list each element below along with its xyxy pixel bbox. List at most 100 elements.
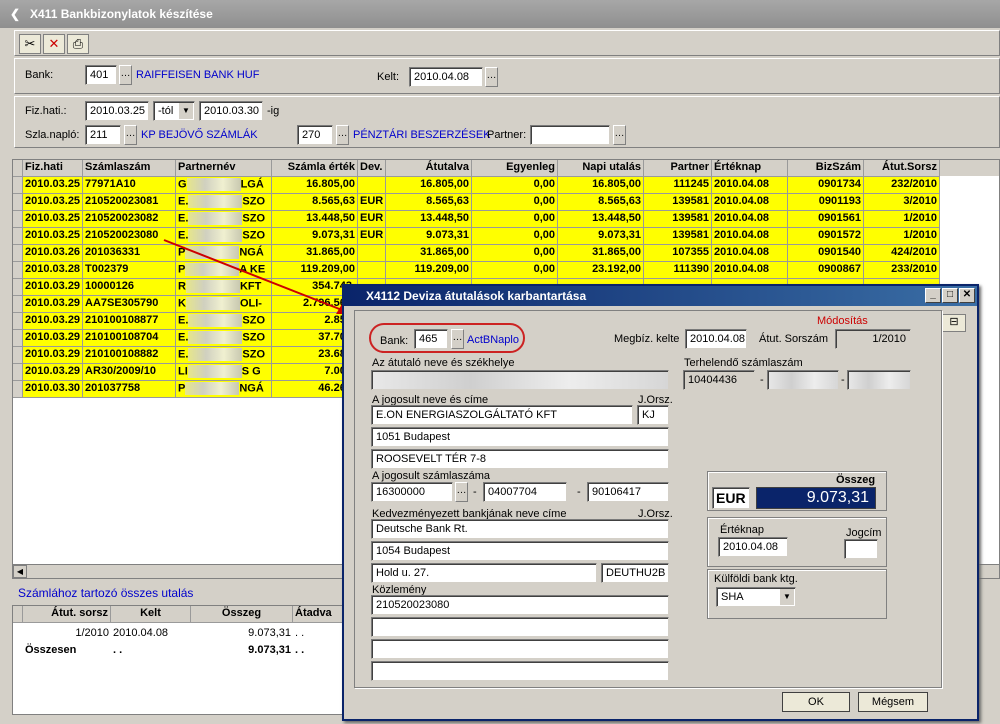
- kozlemeny-field-1[interactable]: 210520023080: [371, 595, 669, 615]
- row-selector[interactable]: [13, 330, 23, 347]
- col-atutalva[interactable]: Átutalva: [386, 160, 472, 177]
- col-bizszam[interactable]: BizSzám: [788, 160, 864, 177]
- table-row[interactable]: 2010.03.25 77971A10 G LGÁ 16.805,00 16.805,00…: [13, 177, 999, 194]
- table-cell: 8.565,63: [272, 194, 358, 211]
- table-cell: 139581: [644, 194, 712, 211]
- table-cell: E. SZO: [176, 330, 272, 347]
- table-cell: 2010.04.08: [712, 245, 788, 262]
- cancel-button[interactable]: Mégsem: [858, 692, 928, 712]
- dialog-bank-code-field[interactable]: 465: [414, 329, 448, 349]
- summary-col-osszeg[interactable]: Összeg: [191, 606, 293, 623]
- szamla-lookup-button[interactable]: …: [455, 482, 468, 502]
- tol-select[interactable]: -tól ▼: [153, 101, 195, 121]
- terhelendo-field-3: [847, 370, 911, 390]
- summary-col-sorsz[interactable]: Átut. sorsz: [23, 606, 111, 623]
- date-from-field[interactable]: 2010.03.25: [85, 101, 149, 121]
- row-selector[interactable]: [13, 194, 23, 211]
- chevron-down-icon[interactable]: ▼: [179, 103, 193, 119]
- jogosult-street-field[interactable]: ROOSEVELT TÉR 7-8: [371, 449, 669, 469]
- jogcim-field[interactable]: [844, 539, 878, 559]
- szamla-field-1[interactable]: 16300000: [371, 482, 453, 502]
- row-selector[interactable]: [13, 177, 23, 194]
- ok-button[interactable]: OK: [782, 692, 850, 712]
- minimize-icon[interactable]: _: [925, 288, 941, 303]
- table-cell: 107355: [644, 245, 712, 262]
- row-selector[interactable]: [13, 364, 23, 381]
- bank-panel: Bank: 401 … RAIFFEISEN BANK HUF Kelt: 20…: [14, 58, 1000, 94]
- kelt-lookup-button[interactable]: …: [485, 67, 498, 87]
- jogosult-city-field[interactable]: 1051 Budapest: [371, 427, 669, 447]
- table-cell: 2010.03.29: [23, 279, 83, 296]
- kedv-name-field[interactable]: Deutsche Bank Rt.: [371, 519, 669, 539]
- dialog-bank-lookup-button[interactable]: …: [451, 329, 464, 349]
- scissors-icon[interactable]: ✂: [19, 34, 41, 54]
- col-partner[interactable]: Partner: [644, 160, 712, 177]
- ertek-field[interactable]: 2010.04.08: [718, 537, 788, 557]
- col-atut-sorsz[interactable]: Átut.Sorsz: [864, 160, 940, 177]
- dialog-bank-label: Bank:: [380, 335, 409, 347]
- table-cell: [358, 245, 386, 262]
- currency-field[interactable]: EUR: [712, 487, 750, 509]
- kelt-label: Kelt:: [377, 71, 400, 83]
- kozlemeny-field-4[interactable]: [371, 661, 669, 681]
- jogosult-country-field[interactable]: KJ: [637, 405, 669, 425]
- amount-field[interactable]: 9.073,31: [756, 487, 876, 509]
- kedv-city-field[interactable]: 1054 Budapest: [371, 541, 669, 561]
- szamla-field-2[interactable]: 04007704: [483, 482, 567, 502]
- col-egyenleg[interactable]: Egyenleg: [472, 160, 558, 177]
- code2-field[interactable]: 270: [297, 125, 333, 145]
- terhelendo-field-2: [767, 370, 839, 390]
- col-partnernev[interactable]: Partnernév: [176, 160, 272, 177]
- summary-row[interactable]: 1/2010 2010.04.08 9.073,31 . .: [13, 626, 353, 643]
- table-cell: AR30/2009/10: [83, 364, 176, 381]
- row-selector[interactable]: [13, 245, 23, 262]
- code2-lookup-button[interactable]: …: [336, 125, 349, 145]
- szlanaplo-lookup-button[interactable]: …: [124, 125, 137, 145]
- bank-lookup-button[interactable]: …: [119, 65, 132, 85]
- col-szamlaszam[interactable]: Számlaszám: [83, 160, 176, 177]
- row-selector[interactable]: [13, 228, 23, 245]
- chevron-down-icon[interactable]: ▼: [780, 589, 794, 605]
- summary-col-kelt[interactable]: Kelt: [111, 606, 191, 623]
- kulfoldi-select[interactable]: SHA ▼: [716, 587, 796, 607]
- close-icon[interactable]: ✕: [43, 34, 65, 54]
- col-napi-utalas[interactable]: Napi utalás: [558, 160, 644, 177]
- kulfoldi-label: Külföldi bank ktg.: [714, 573, 798, 585]
- row-selector[interactable]: [13, 381, 23, 398]
- szlanaplo-code-field[interactable]: 211: [85, 125, 121, 145]
- jogosult-name-field[interactable]: E.ON ENERGIASZOLGÁLTATÓ KFT: [371, 405, 633, 425]
- pin-icon[interactable]: ⊟: [942, 314, 966, 332]
- table-row[interactable]: 2010.03.25 210520023081 E. SZO 8.565,63 EUR 8.…: [13, 194, 999, 211]
- col-szamla-ertek[interactable]: Számla érték: [272, 160, 358, 177]
- kozlemeny-field-3[interactable]: [371, 639, 669, 659]
- row-selector[interactable]: [13, 296, 23, 313]
- row-selector[interactable]: [13, 262, 23, 279]
- row-selector[interactable]: [13, 347, 23, 364]
- col-fizhati[interactable]: Fiz.hati: [23, 160, 83, 177]
- atutalo-field: [371, 370, 669, 390]
- kozlemeny-field-2[interactable]: [371, 617, 669, 637]
- close-icon[interactable]: ✕: [959, 288, 975, 303]
- partner-lookup-button[interactable]: …: [613, 125, 626, 145]
- date-to-field[interactable]: 2010.03.30: [199, 101, 263, 121]
- szamla-field-3[interactable]: 90106417: [587, 482, 669, 502]
- table-cell: 2010.03.29: [23, 347, 83, 364]
- kelt-field[interactable]: 2010.04.08: [409, 67, 483, 87]
- row-selector[interactable]: [13, 279, 23, 296]
- partner-field[interactable]: [530, 125, 610, 145]
- col-erteknap[interactable]: Értéknap: [712, 160, 788, 177]
- col-dev[interactable]: Dev.: [358, 160, 386, 177]
- table-row[interactable]: 2010.03.25 210520023082 E. SZO 13.448,50 EUR 1…: [13, 211, 999, 228]
- scroll-left-icon[interactable]: ◀: [13, 565, 27, 578]
- kedv-street-field[interactable]: Hold u. 27.: [371, 563, 597, 583]
- maximize-icon[interactable]: □: [942, 288, 958, 303]
- row-selector[interactable]: [13, 211, 23, 228]
- printer-icon[interactable]: ⎙: [67, 34, 89, 54]
- row-selector[interactable]: [13, 313, 23, 330]
- megbiz-field[interactable]: 2010.04.08: [685, 329, 747, 349]
- kedv-code-field[interactable]: DEUTHU2B: [601, 563, 669, 583]
- back-icon[interactable]: ❮: [10, 0, 20, 28]
- bank-code-field[interactable]: 401: [85, 65, 117, 85]
- table-cell: EUR: [358, 211, 386, 228]
- table-cell: 0901734: [788, 177, 864, 194]
